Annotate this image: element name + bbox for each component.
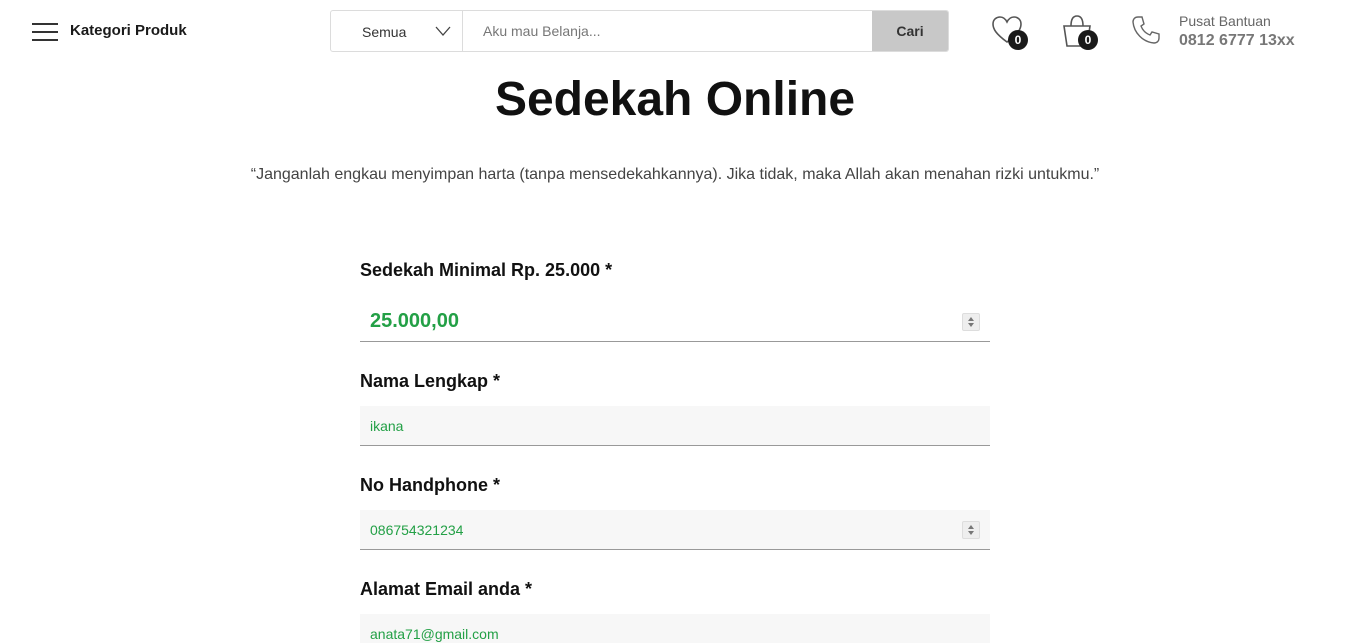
cart-button[interactable]: 0: [1060, 14, 1098, 50]
name-label: Nama Lengkap *: [360, 371, 501, 391]
email-label: Alamat Email anda *: [360, 579, 533, 599]
phone-field-wrapper: [360, 510, 990, 550]
category-select[interactable]: Semua: [331, 11, 463, 51]
search-button[interactable]: Cari: [872, 11, 948, 51]
amount-label: Sedekah Minimal Rp. 25.000 *: [360, 260, 613, 280]
search-input[interactable]: [463, 11, 872, 51]
phone-stepper[interactable]: [962, 520, 980, 539]
phone-label: No Handphone *: [360, 475, 500, 495]
name-field-wrapper: [360, 406, 990, 446]
email-field-wrapper: [360, 614, 990, 643]
amount-field-wrapper: [360, 302, 990, 342]
name-input[interactable]: [360, 406, 990, 445]
hadith-quote: “Janganlah engkau menyimpan harta (tanpa…: [250, 166, 1100, 183]
wishlist-count-badge: 0: [1008, 30, 1028, 50]
site-header: Kategori Produk Semua Cari 0 0 Pusat Ban…: [0, 0, 1366, 64]
hamburger-menu-icon[interactable]: [32, 21, 58, 43]
wishlist-button[interactable]: 0: [990, 14, 1028, 50]
help-phone-number[interactable]: 0812 6777 13xx: [1179, 32, 1295, 50]
cart-count-badge: 0: [1078, 30, 1098, 50]
donation-form: Sedekah Minimal Rp. 25.000 * Nama Lengka…: [360, 260, 990, 643]
email-input[interactable]: [360, 614, 990, 643]
category-menu-label[interactable]: Kategori Produk: [70, 22, 187, 39]
amount-stepper[interactable]: [962, 312, 980, 331]
page-title: Sedekah Online: [494, 73, 856, 126]
phone-input[interactable]: [360, 510, 990, 549]
amount-input[interactable]: [360, 302, 990, 341]
help-center-label: Pusat Bantuan: [1179, 13, 1271, 29]
chevron-down-icon: [435, 26, 451, 36]
category-select-value: Semua: [362, 24, 407, 40]
search-bar: Semua Cari: [330, 10, 949, 52]
phone-icon: [1132, 16, 1160, 44]
